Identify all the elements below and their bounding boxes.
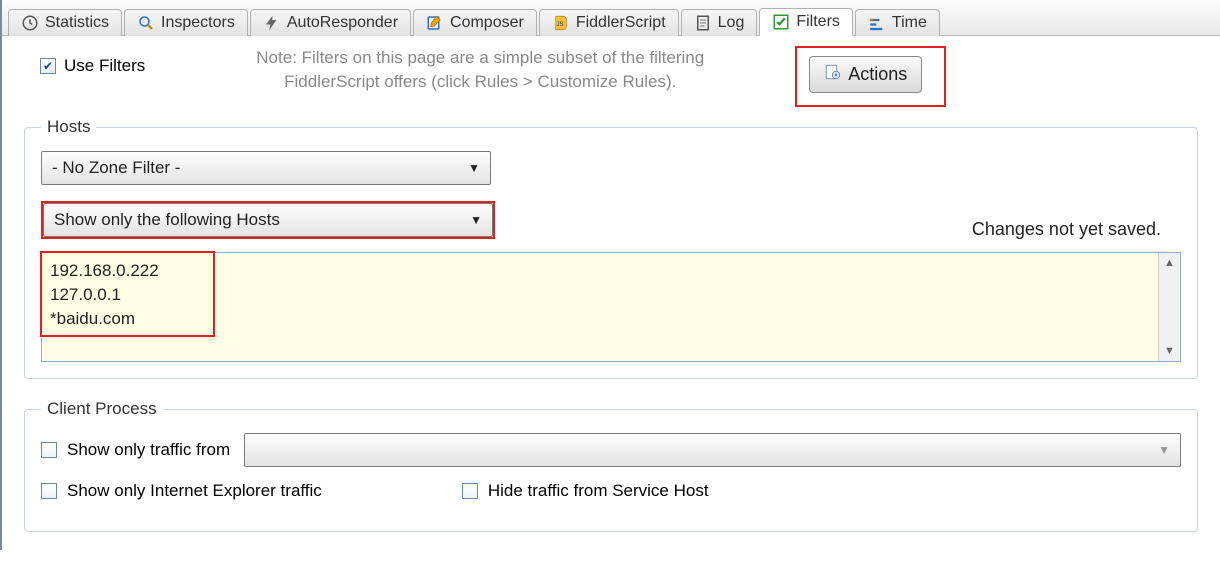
actions-highlight: Actions [795,46,946,107]
actions-label: Actions [848,64,907,85]
svg-text:JS: JS [556,22,563,28]
tab-filters[interactable]: Filters [759,8,853,36]
use-filters-checkbox[interactable]: ✔ Use Filters [40,56,145,76]
tab-composer[interactable]: Composer [413,9,537,36]
tab-timeline[interactable]: Time [855,9,940,36]
tab-label: AutoResponder [287,14,398,32]
chevron-down-icon: ▼ [1158,443,1170,457]
document-icon [694,14,712,32]
show-only-ie-checkbox[interactable]: Show only Internet Explorer traffic [41,481,322,501]
show-only-from-label: Show only traffic from [67,440,230,460]
clock-icon [21,14,39,32]
show-only-ie-label: Show only Internet Explorer traffic [67,481,322,501]
note-line: Note: Filters on this page are a simple … [185,46,775,70]
chevron-down-icon: ▼ [470,213,482,227]
magnifier-icon [137,14,155,32]
zone-filter-value: - No Zone Filter - [52,158,180,178]
show-only-from-checkbox[interactable]: Show only traffic from [41,440,230,460]
hosts-group: Hosts - No Zone Filter - ▼ Show only the… [24,117,1198,379]
checkbox-unchecked-icon [462,483,478,499]
host-filter-value: Show only the following Hosts [54,210,280,230]
tab-fiddlerscript[interactable]: JS FiddlerScript [539,9,679,36]
hosts-textarea[interactable] [42,253,1158,361]
tabbar: Statistics Inspectors AutoResponder Comp… [2,0,1220,36]
tab-label: Inspectors [161,14,235,32]
filters-panel: ✔ Use Filters Note: Filters on this page… [2,36,1220,562]
lightning-icon [263,14,281,32]
checkbox-unchecked-icon [41,442,57,458]
scroll-up-icon[interactable]: ▲ [1164,253,1175,273]
actions-button[interactable]: Actions [809,56,922,93]
scrollbar[interactable]: ▲ ▼ [1158,253,1180,361]
checkbox-checked-icon: ✔ [40,58,56,74]
chevron-down-icon: ▼ [468,161,480,175]
tab-label: Statistics [45,14,109,32]
script-icon: JS [552,14,570,32]
hosts-textarea-wrap: ▲ ▼ [41,252,1181,362]
hide-service-host-label: Hide traffic from Service Host [488,481,709,501]
process-combo[interactable]: ▼ [244,433,1181,467]
edit-icon [426,14,444,32]
tab-autoresponder[interactable]: AutoResponder [250,9,411,36]
hide-service-host-checkbox[interactable]: Hide traffic from Service Host [462,481,709,501]
filters-note: Note: Filters on this page are a simple … [185,46,775,94]
checkbox-unchecked-icon [41,483,57,499]
client-legend: Client Process [41,399,163,419]
scroll-down-icon[interactable]: ▼ [1164,341,1175,361]
zone-filter-combo[interactable]: - No Zone Filter - ▼ [41,151,491,185]
top-row: ✔ Use Filters Note: Filters on this page… [20,46,1202,107]
tab-label: Composer [450,14,524,32]
show-only-from-row: Show only traffic from ▼ [41,433,1181,467]
note-line: FiddlerScript offers (click Rules > Cust… [185,70,775,94]
client-process-group: Client Process Show only traffic from ▼ … [24,399,1198,532]
timeline-icon [868,14,886,32]
tab-label: Time [892,14,927,32]
gear-page-icon [824,63,842,86]
tab-inspectors[interactable]: Inspectors [124,9,248,36]
tab-label: FiddlerScript [576,14,666,32]
tab-label: Log [718,14,745,32]
tab-statistics[interactable]: Statistics [8,9,122,36]
hosts-legend: Hosts [41,117,96,137]
tab-log[interactable]: Log [681,9,758,36]
client-second-row: Show only Internet Explorer traffic Hide… [41,481,1181,501]
tab-label: Filters [796,13,840,31]
check-icon [772,13,790,31]
use-filters-label: Use Filters [64,56,145,76]
